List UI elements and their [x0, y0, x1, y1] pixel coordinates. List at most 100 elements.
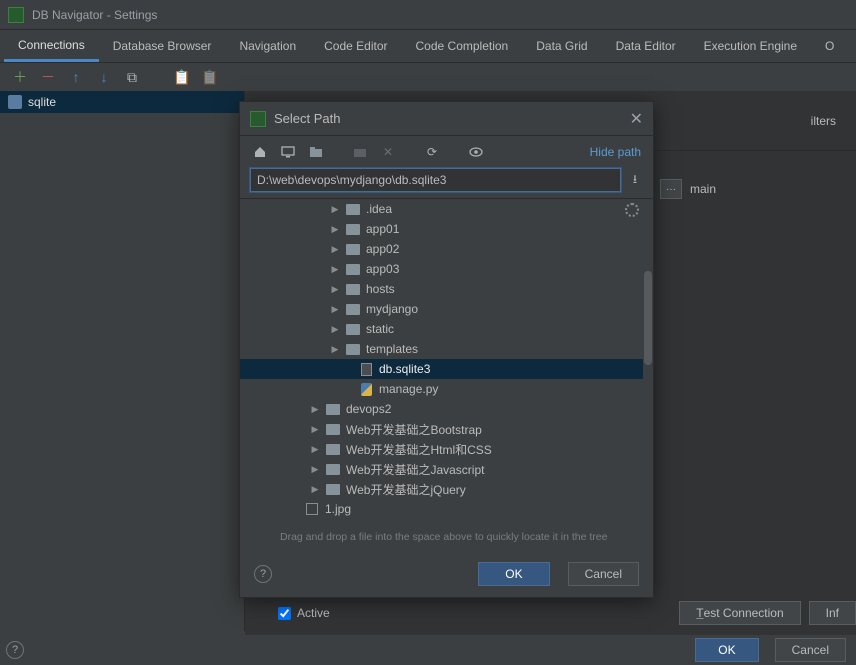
remove-connection-icon[interactable]: － — [40, 69, 56, 85]
folder-icon — [346, 324, 360, 335]
cancel-button[interactable]: Cancel — [775, 638, 846, 662]
hide-path-link[interactable]: Hide path — [590, 145, 641, 159]
folder-icon — [346, 344, 360, 355]
modal-toolbar: ✕ ⟳ Hide path — [240, 136, 653, 168]
image-file-icon — [306, 503, 318, 515]
path-input[interactable] — [250, 168, 621, 192]
connection-bottom-row: Active Test Connection Inf — [278, 599, 856, 627]
database-icon — [8, 95, 22, 109]
tree-item-label: 1.jpg — [325, 502, 351, 516]
browse-button[interactable]: ··· — [660, 179, 682, 199]
project-icon[interactable] — [308, 144, 324, 160]
folder-row[interactable]: ▶ devops2 — [240, 399, 653, 419]
tree-item-label: templates — [366, 342, 418, 356]
connections-toolbar: ＋ － ↑ ↓ ⧉ 📋 📋 — [0, 63, 856, 91]
chevron-right-icon[interactable]: ▶ — [330, 324, 340, 335]
folder-icon — [326, 444, 340, 455]
connections-list: sqlite — [0, 91, 245, 631]
folder-icon — [326, 484, 340, 495]
folder-row[interactable]: ▶ Web开发基础之jQuery — [240, 479, 653, 499]
show-hidden-icon[interactable] — [468, 144, 484, 160]
folder-row[interactable]: ▶Web开发基础之Html和CSS — [240, 439, 653, 459]
schema-selector: ··· main — [660, 178, 856, 200]
chevron-right-icon[interactable]: ▶ — [310, 464, 320, 475]
file-icon — [361, 363, 372, 376]
tab-navigation[interactable]: Navigation — [225, 30, 310, 62]
desktop-icon[interactable] — [280, 144, 296, 160]
folder-row[interactable]: ▶hosts — [240, 279, 653, 299]
chevron-right-icon[interactable]: ▶ — [310, 404, 320, 415]
folder-row[interactable]: ▶ templates — [240, 339, 653, 359]
help-icon[interactable]: ? — [254, 565, 272, 583]
folder-row[interactable]: ▶Web开发基础之Javascript — [240, 459, 653, 479]
drop-hint: Drag and drop a file into the space abov… — [240, 527, 653, 551]
folder-row[interactable]: ▶ app03 — [240, 259, 653, 279]
tab-execution-engine[interactable]: Execution Engine — [690, 30, 811, 62]
modal-ok-button[interactable]: OK — [478, 562, 549, 586]
add-connection-icon[interactable]: ＋ — [12, 69, 28, 85]
scrollbar[interactable] — [643, 199, 653, 527]
tab-data-grid[interactable]: Data Grid — [522, 30, 601, 62]
tab-overflow[interactable]: O — [811, 30, 848, 62]
chevron-right-icon[interactable]: ▶ — [330, 304, 340, 315]
ok-button[interactable]: OK — [695, 638, 758, 662]
help-icon[interactable]: ? — [6, 641, 24, 659]
tree-item-label: manage.py — [379, 382, 438, 396]
folder-row[interactable]: ▶static — [240, 319, 653, 339]
modal-cancel-button[interactable]: Cancel — [568, 562, 639, 586]
info-button[interactable]: Inf — [809, 601, 856, 625]
tab-code-editor[interactable]: Code Editor — [310, 30, 401, 62]
file-row[interactable]: ▶1.jpg — [240, 499, 653, 519]
file-tree[interactable]: ▶.idea▶app01▶app02▶app03▶hosts▶mydjango▶… — [240, 198, 653, 527]
tree-item-label: .idea — [366, 202, 392, 216]
chevron-right-icon[interactable]: ▶ — [330, 204, 340, 215]
filters-label-partial: ilters — [811, 114, 836, 128]
tree-item-label: devops2 — [346, 402, 391, 416]
delete-icon: ✕ — [380, 144, 396, 160]
app-icon — [8, 7, 24, 23]
tree-item-label: db.sqlite3 — [379, 362, 430, 376]
test-connection-button[interactable]: Test Connection — [679, 601, 800, 625]
connection-item-sqlite[interactable]: sqlite — [0, 91, 244, 113]
paste-icon[interactable]: 📋 — [174, 69, 190, 85]
active-label: Active — [297, 606, 330, 620]
close-icon[interactable]: ✕ — [630, 109, 643, 129]
folder-icon — [346, 204, 360, 215]
folder-icon — [326, 404, 340, 415]
tree-item-label: app03 — [366, 262, 399, 276]
folder-icon — [346, 244, 360, 255]
tree-item-label: Web开发基础之Bootstrap — [346, 421, 482, 438]
folder-row[interactable]: ▶ .idea — [240, 199, 653, 219]
folder-row[interactable]: ▶app01 — [240, 219, 653, 239]
chevron-right-icon[interactable]: ▶ — [330, 244, 340, 255]
refresh-icon[interactable]: ⟳ — [424, 144, 440, 160]
folder-row[interactable]: ▶ app02 — [240, 239, 653, 259]
copy-icon[interactable]: ⧉ — [124, 69, 140, 85]
chevron-right-icon[interactable]: ▶ — [330, 344, 340, 355]
tab-data-editor[interactable]: Data Editor — [602, 30, 690, 62]
file-row[interactable]: ▶db.sqlite3 — [240, 359, 653, 379]
window-titlebar: DB Navigator - Settings — [0, 0, 856, 30]
chevron-right-icon[interactable]: ▶ — [310, 444, 320, 455]
chevron-right-icon[interactable]: ▶ — [330, 224, 340, 235]
paste-disabled-icon: 📋 — [202, 69, 218, 85]
move-down-icon[interactable]: ↓ — [96, 69, 112, 85]
tree-item-label: app02 — [366, 242, 399, 256]
tab-code-completion[interactable]: Code Completion — [402, 30, 523, 62]
python-file-icon — [361, 383, 372, 396]
tree-item-label: Web开发基础之jQuery — [346, 481, 466, 498]
download-icon[interactable]: ⭳ — [627, 170, 643, 191]
file-row[interactable]: ▶manage.py — [240, 379, 653, 399]
chevron-right-icon[interactable]: ▶ — [330, 284, 340, 295]
chevron-right-icon[interactable]: ▶ — [330, 264, 340, 275]
home-icon[interactable] — [252, 144, 268, 160]
folder-row[interactable]: ▶mydjango — [240, 299, 653, 319]
active-checkbox[interactable] — [278, 607, 291, 620]
chevron-right-icon[interactable]: ▶ — [310, 424, 320, 435]
move-up-icon[interactable]: ↑ — [68, 69, 84, 85]
tab-connections[interactable]: Connections — [4, 30, 99, 62]
folder-row[interactable]: ▶ Web开发基础之Bootstrap — [240, 419, 653, 439]
chevron-right-icon[interactable]: ▶ — [310, 484, 320, 495]
tab-database-browser[interactable]: Database Browser — [99, 30, 226, 62]
select-path-dialog: Select Path ✕ ✕ ⟳ Hide path ⭳ ▶. — [239, 101, 654, 598]
